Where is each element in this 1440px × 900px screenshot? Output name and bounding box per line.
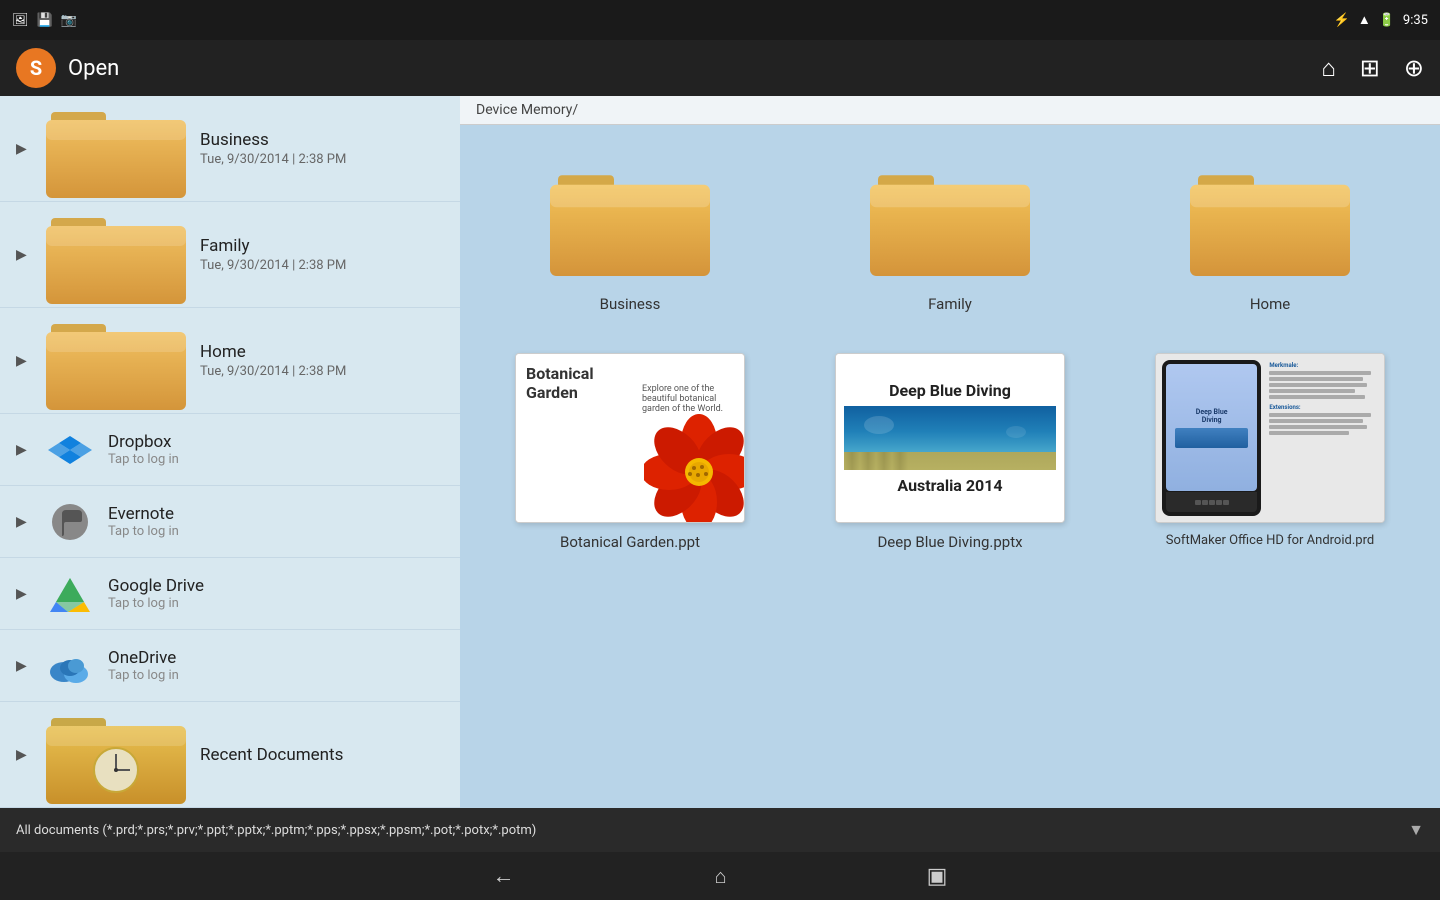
sidebar-item-text: Home Tue, 9/30/2014 | 2:38 PM	[200, 342, 444, 379]
folder-name: Business	[200, 130, 444, 150]
file-label: Botanical Garden.ppt	[560, 533, 700, 551]
main-layout: ▶ Business Tue, 9/30/2014 | 2:38 PM ▶	[0, 96, 1440, 808]
folder-icon	[46, 96, 186, 206]
title-left: S Open	[16, 48, 119, 88]
bluetooth-icon: ⚡	[1334, 13, 1350, 28]
grid-file-softmaker[interactable]: Deep BlueDiving	[1120, 343, 1420, 561]
sidebar-item-home[interactable]: ▶ Home Tue, 9/30/2014 | 2:38 PM	[0, 308, 460, 414]
folder-label: Family	[928, 295, 972, 313]
folder-icon	[46, 304, 186, 418]
expand-arrow: ▶	[16, 247, 28, 263]
grid-folder-home[interactable]: Home	[1120, 145, 1420, 323]
filter-bar: All documents (*.prd;*.prs;*.prv;*.ppt;*…	[0, 808, 1440, 852]
expand-arrow: ▶	[16, 353, 28, 369]
evernote-icon	[46, 498, 94, 546]
sidebar-item-text: Business Tue, 9/30/2014 | 2:38 PM	[200, 130, 444, 167]
expand-arrow: ▶	[16, 141, 28, 157]
recent-folder-icon	[46, 698, 186, 809]
folder-name: Home	[200, 342, 444, 362]
service-tap: Tap to log in	[108, 596, 444, 611]
expand-arrow: ▶	[16, 442, 28, 458]
sidebar-item-recent[interactable]: ▶ Recent Documents	[0, 702, 460, 808]
folder-icon	[46, 198, 186, 312]
file-thumbnail: BotanicalGarden Explore one of the beaut…	[515, 353, 745, 523]
service-name: Dropbox	[108, 432, 444, 452]
expand-arrow: ▶	[16, 586, 28, 602]
recents-button[interactable]: ▣	[927, 864, 948, 889]
service-name: OneDrive	[108, 648, 444, 668]
sidebar-item-family[interactable]: ▶ Family Tue, 9/30/2014 | 2:38 PM	[0, 202, 460, 308]
botanical-preview: BotanicalGarden Explore one of the beaut…	[516, 354, 744, 522]
sidebar-item-text: OneDrive Tap to log in	[108, 648, 444, 683]
sidebar-item-business[interactable]: ▶ Business Tue, 9/30/2014 | 2:38 PM	[0, 96, 460, 202]
file-thumbnail: Deep BlueDiving	[1155, 353, 1385, 523]
grid-folder-business[interactable]: Business	[480, 145, 780, 323]
sidebar: ▶ Business Tue, 9/30/2014 | 2:38 PM ▶	[0, 96, 460, 808]
file-thumbnail: Deep Blue Diving Australia 2014	[835, 353, 1065, 523]
google-drive-icon	[46, 570, 94, 618]
sidebar-item-gdrive[interactable]: ▶ Google Drive Tap to log in	[0, 558, 460, 630]
recent-name: Recent Documents	[200, 745, 444, 765]
title-bar: S Open ⌂ ⊞ ⊕	[0, 40, 1440, 96]
time-display: 9:35	[1403, 13, 1428, 28]
status-left: 🖼 💾 📷	[12, 13, 77, 28]
deepblue-title: Deep Blue Diving	[889, 381, 1011, 400]
filter-text: All documents (*.prd;*.prs;*.prv;*.ppt;*…	[16, 823, 536, 838]
home-button[interactable]: ⌂	[1321, 54, 1336, 83]
nav-bar: ← ⌂ ▣	[0, 852, 1440, 900]
grid-file-botanical[interactable]: BotanicalGarden Explore one of the beaut…	[480, 343, 780, 561]
save-icon: 💾	[37, 13, 53, 28]
filter-arrow[interactable]: ▼	[1408, 820, 1424, 840]
service-tap: Tap to log in	[108, 524, 444, 539]
status-bar: 🖼 💾 📷 ⚡ ▲ 🔋 9:35	[0, 0, 1440, 40]
file-label: SoftMaker Office HD for Android.prd	[1166, 533, 1374, 548]
sidebar-item-onedrive[interactable]: ▶ OneDrive Tap to log in	[0, 630, 460, 702]
title-actions: ⌂ ⊞ ⊕	[1321, 54, 1424, 83]
service-tap: Tap to log in	[108, 668, 444, 683]
folder-date: Tue, 9/30/2014 | 2:38 PM	[200, 364, 444, 379]
sidebar-item-text: Google Drive Tap to log in	[108, 576, 444, 611]
botanical-desc: Explore one of the beautiful botanical g…	[642, 384, 732, 414]
softmaker-preview: Deep BlueDiving	[1156, 354, 1384, 522]
battery-icon: 🔋	[1379, 13, 1395, 28]
home-nav-button[interactable]: ⌂	[715, 864, 727, 889]
deepblue-subtitle: Australia 2014	[897, 476, 1002, 495]
folder-date: Tue, 9/30/2014 | 2:38 PM	[200, 152, 444, 167]
folder-label: Home	[1250, 295, 1290, 313]
folder-date: Tue, 9/30/2014 | 2:38 PM	[200, 258, 444, 273]
sidebar-item-dropbox[interactable]: ▶ Dropbox Tap to log in	[0, 414, 460, 486]
app-title: Open	[68, 56, 119, 81]
sidebar-item-text: Evernote Tap to log in	[108, 504, 444, 539]
service-name: Evernote	[108, 504, 444, 524]
onedrive-icon	[46, 642, 94, 690]
service-name: Google Drive	[108, 576, 444, 596]
grid-folder-family[interactable]: Family	[800, 145, 1100, 323]
expand-arrow: ▶	[16, 514, 28, 530]
breadcrumb: Device Memory/	[460, 96, 1440, 125]
sidebar-item-evernote[interactable]: ▶ Evernote Tap to log in	[0, 486, 460, 558]
content-grid: Business Family	[460, 125, 1440, 808]
deepblue-preview: Deep Blue Diving Australia 2014	[836, 354, 1064, 522]
grid-button[interactable]: ⊞	[1360, 54, 1380, 82]
sidebar-item-text: Recent Documents	[200, 745, 444, 765]
file-label: Deep Blue Diving.pptx	[877, 533, 1022, 551]
dropbox-icon	[46, 426, 94, 474]
new-button[interactable]: ⊕	[1404, 54, 1424, 82]
wifi-icon: ▲	[1358, 12, 1371, 28]
expand-arrow: ▶	[16, 747, 28, 763]
back-button[interactable]: ←	[493, 863, 515, 889]
image-icon: 🖼	[12, 13, 29, 28]
sidebar-item-text: Family Tue, 9/30/2014 | 2:38 PM	[200, 236, 444, 273]
app-icon: S	[16, 48, 56, 88]
grid-file-deepblue[interactable]: Deep Blue Diving Australia 2014	[800, 343, 1100, 561]
expand-arrow: ▶	[16, 658, 28, 674]
content-area: Device Memory/ Business	[460, 96, 1440, 808]
photo-icon: 📷	[61, 13, 77, 28]
sidebar-item-text: Dropbox Tap to log in	[108, 432, 444, 467]
folder-label: Business	[600, 295, 661, 313]
service-tap: Tap to log in	[108, 452, 444, 467]
status-right: ⚡ ▲ 🔋 9:35	[1334, 12, 1428, 28]
folder-name: Family	[200, 236, 444, 256]
